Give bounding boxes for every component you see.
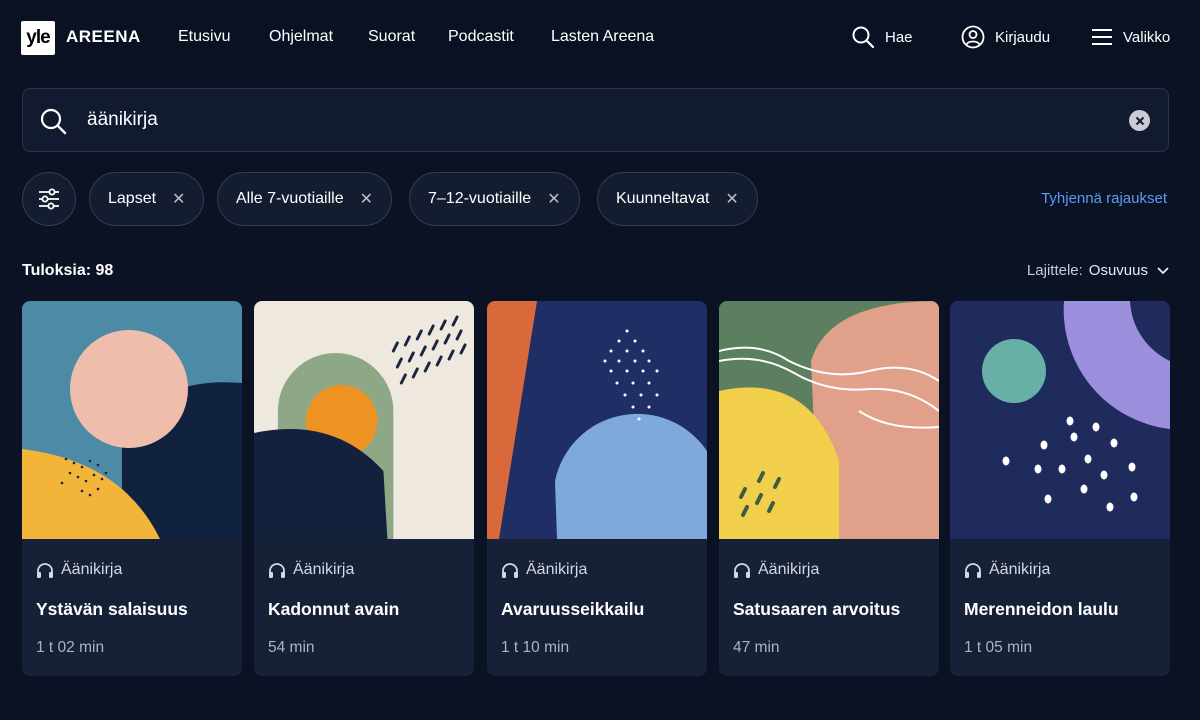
nav-etusivu[interactable]: Etusivu — [178, 28, 230, 46]
header-search-label: Hae — [885, 28, 913, 46]
yle-logo[interactable]: yle — [21, 21, 55, 55]
card-artwork — [950, 301, 1170, 539]
close-icon — [1135, 116, 1144, 125]
result-card[interactable]: Äänikirja Avaruusseikkailu 1 t 10 min — [487, 301, 707, 676]
card-duration: 1 t 10 min — [501, 639, 570, 656]
content-type: Äänikirja — [733, 561, 819, 579]
login-button[interactable]: Kirjaudu — [961, 22, 1050, 52]
results-count: Tuloksia: 98 — [22, 262, 114, 279]
areena-logo-text[interactable]: AREENA — [66, 27, 141, 47]
remove-filter-icon[interactable]: ✕ — [725, 189, 738, 209]
card-duration: 1 t 02 min — [36, 639, 105, 656]
filter-chip-kuunneltavat[interactable]: Kuunneltavat ✕ — [597, 172, 758, 226]
search-bar — [22, 88, 1169, 152]
headphones-icon — [734, 562, 750, 578]
chevron-down-icon — [1157, 266, 1169, 274]
logo-mark: yle — [26, 27, 50, 48]
clear-search-button[interactable] — [1129, 110, 1150, 131]
card-duration: 47 min — [733, 639, 780, 656]
menu-label: Valikko — [1123, 28, 1171, 46]
search-icon — [852, 26, 875, 49]
headphones-icon — [37, 562, 53, 578]
content-type: Äänikirja — [501, 561, 587, 579]
content-type-label: Äänikirja — [989, 561, 1051, 578]
result-card[interactable]: Äänikirja Merenneidon laulu 1 t 05 min — [950, 301, 1170, 676]
content-type-label: Äänikirja — [758, 561, 820, 578]
card-title: Merenneidon laulu — [964, 599, 1119, 619]
top-header: yle AREENA Etusivu Ohjelmat Suorat Podca… — [0, 0, 1200, 72]
filter-chip-7-12[interactable]: 7–12-vuotiaille ✕ — [409, 172, 580, 226]
nav-suorat[interactable]: Suorat — [368, 28, 415, 46]
search-icon — [40, 108, 67, 135]
sort-dropdown[interactable]: Lajittele: Osuvuus — [1027, 262, 1172, 279]
card-title: Satusaaren arvoitus — [733, 599, 901, 619]
card-title: Avaruusseikkailu — [501, 599, 645, 619]
headphones-icon — [502, 562, 518, 578]
card-title: Kadonnut avain — [268, 599, 400, 619]
result-card[interactable]: Äänikirja Kadonnut avain 54 min — [254, 301, 474, 676]
remove-filter-icon[interactable]: ✕ — [547, 189, 560, 209]
filter-chip-label: Kuunneltavat — [616, 190, 710, 207]
header-search-button[interactable]: Hae — [851, 22, 913, 52]
result-card[interactable]: Äänikirja Ystävän salaisuus 1 t 02 min — [22, 301, 242, 676]
sort-value: Osuvuus — [1088, 262, 1148, 279]
nav-podcastit[interactable]: Podcastit — [448, 28, 514, 46]
nav-ohjelmat[interactable]: Ohjelmat — [269, 28, 333, 46]
sliders-icon — [39, 188, 59, 210]
login-label: Kirjaudu — [995, 28, 1051, 46]
content-type: Äänikirja — [964, 561, 1050, 579]
content-type: Äänikirja — [268, 561, 354, 579]
card-artwork — [254, 301, 474, 539]
headphones-icon — [269, 562, 285, 578]
menu-button[interactable]: Valikko — [1091, 22, 1170, 52]
card-duration: 1 t 05 min — [964, 639, 1033, 656]
headphones-icon — [965, 562, 981, 578]
remove-filter-icon[interactable]: ✕ — [360, 189, 373, 209]
filter-chip-label: Lapset — [108, 190, 157, 207]
card-artwork — [487, 301, 707, 539]
remove-filter-icon[interactable]: ✕ — [172, 189, 185, 209]
content-type-label: Äänikirja — [293, 561, 355, 578]
filter-chip-label: Alle 7-vuotiaille — [236, 190, 344, 207]
filter-settings-button[interactable] — [22, 172, 76, 226]
filter-chip-alle-7[interactable]: Alle 7-vuotiaille ✕ — [217, 172, 393, 226]
filter-chip-label: 7–12-vuotiaille — [428, 190, 532, 207]
card-duration: 54 min — [268, 639, 315, 656]
search-input[interactable] — [87, 103, 1087, 137]
content-type: Äänikirja — [36, 561, 122, 579]
nav-lasten-areena[interactable]: Lasten Areena — [551, 28, 654, 46]
user-icon — [961, 25, 985, 49]
content-type-label: Äänikirja — [61, 561, 123, 578]
sort-label: Lajittele: — [1026, 262, 1083, 279]
hamburger-icon — [1092, 29, 1112, 45]
card-artwork — [22, 301, 242, 539]
result-card[interactable]: Äänikirja Satusaaren arvoitus 47 min — [719, 301, 939, 676]
filter-chip-lapset[interactable]: Lapset ✕ — [89, 172, 205, 226]
card-title: Ystävän salaisuus — [36, 599, 188, 619]
content-type-label: Äänikirja — [526, 561, 588, 578]
card-artwork — [719, 301, 939, 539]
clear-filters-link[interactable]: Tyhjennä rajaukset — [1041, 190, 1167, 207]
